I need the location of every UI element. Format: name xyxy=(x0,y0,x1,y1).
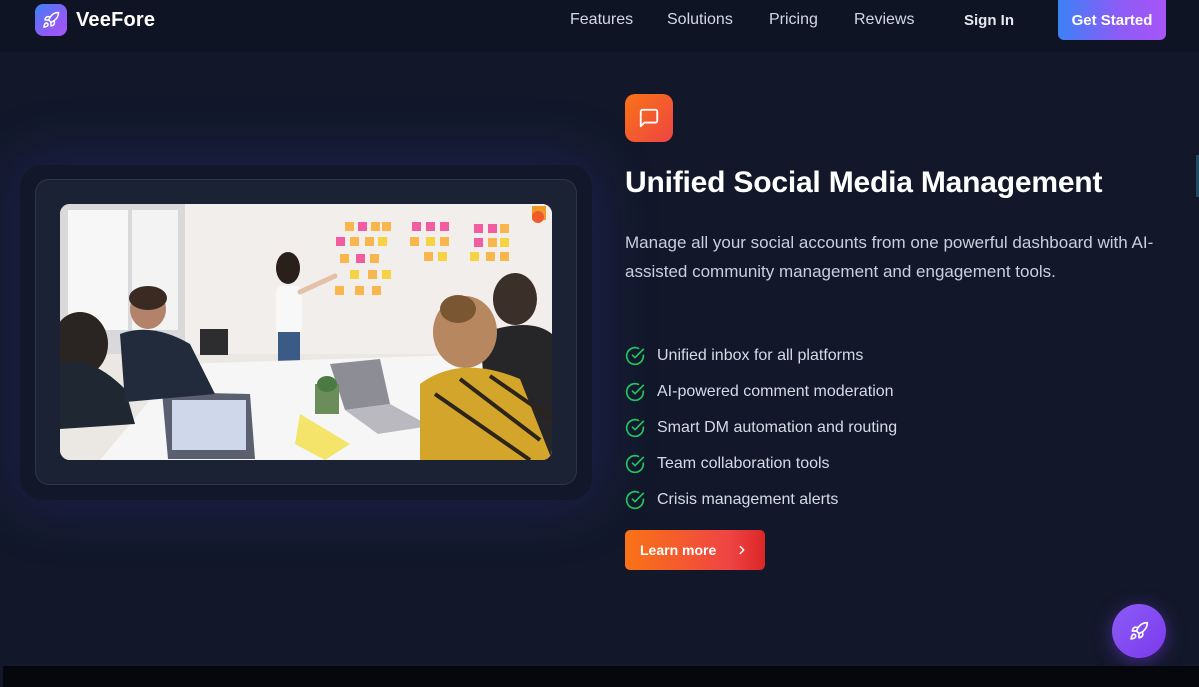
feature-item-label: Team collaboration tools xyxy=(657,455,830,472)
feature-item-label: Smart DM automation and routing xyxy=(657,419,898,436)
get-started-button[interactable]: Get Started xyxy=(1058,0,1166,40)
sign-in-link[interactable]: Sign In xyxy=(964,12,1014,29)
nav-link-pricing[interactable]: Pricing xyxy=(769,11,818,29)
feature-item: Unified inbox for all platforms xyxy=(625,338,897,374)
nav-links: Features Solutions Pricing Reviews xyxy=(0,11,1199,31)
feature-item: Smart DM automation and routing xyxy=(625,410,897,446)
check-circle-icon xyxy=(625,454,645,474)
page: VeeFore Features Solutions Pricing Revie… xyxy=(0,0,1199,687)
nav-link-features[interactable]: Features xyxy=(570,11,633,29)
feature-item: Crisis management alerts xyxy=(625,482,897,518)
rocket-icon xyxy=(1130,621,1149,640)
check-circle-icon xyxy=(625,382,645,402)
chevron-right-icon xyxy=(739,545,745,555)
feature-item: AI-powered comment moderation xyxy=(625,374,897,410)
check-circle-icon xyxy=(625,490,645,510)
next-section-edge xyxy=(3,666,1199,687)
check-circle-icon xyxy=(625,418,645,438)
chat-bubble-icon xyxy=(625,94,673,142)
section-title: Unified Social Media Management xyxy=(625,166,1103,199)
nav-link-reviews[interactable]: Reviews xyxy=(854,11,914,29)
team-meeting-photo xyxy=(60,204,552,460)
feature-list: Unified inbox for all platforms AI-power… xyxy=(625,338,897,518)
nav-link-solutions[interactable]: Solutions xyxy=(667,11,733,29)
top-navigation: VeeFore Features Solutions Pricing Revie… xyxy=(0,0,1199,52)
check-circle-icon xyxy=(625,346,645,366)
feature-item: Team collaboration tools xyxy=(625,446,897,482)
feature-item-label: Crisis management alerts xyxy=(657,491,839,508)
learn-more-label: Learn more xyxy=(640,542,717,558)
feature-item-label: Unified inbox for all platforms xyxy=(657,347,864,364)
feature-item-label: AI-powered comment moderation xyxy=(657,383,894,400)
section-description: Manage all your social accounts from one… xyxy=(625,233,1154,281)
learn-more-button[interactable]: Learn more xyxy=(625,530,765,570)
rocket-fab-button[interactable] xyxy=(1112,604,1166,658)
